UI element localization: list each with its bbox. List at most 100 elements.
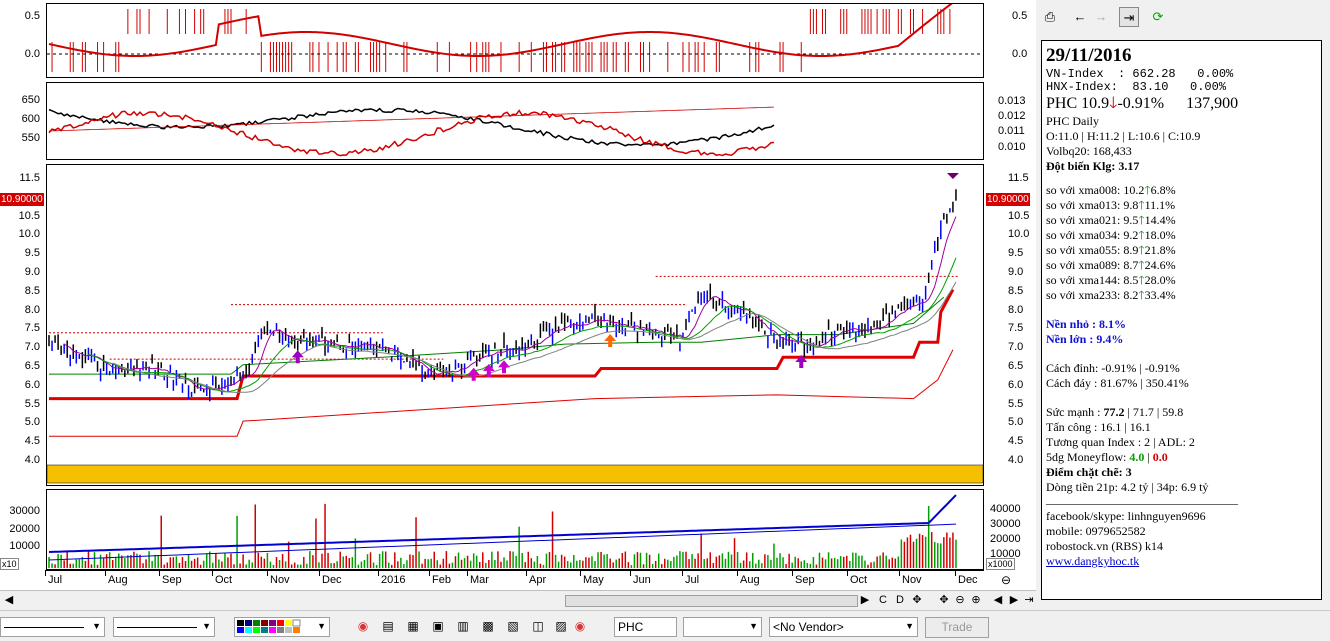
ma-percent: 33.4%: [1144, 288, 1176, 302]
line-style-select[interactable]: ▼: [0, 617, 105, 637]
chart-area[interactable]: 0.5 0.0 0.5 0.0 650 600 550 0.013 0.012 …: [0, 0, 1036, 590]
window-icon[interactable]: ▣: [430, 618, 446, 634]
ma-percent: 11.1%: [1144, 198, 1176, 212]
ticker-change: -0.91%: [1117, 95, 1165, 112]
price-axis-label: 5.0: [1008, 416, 1024, 429]
price-axis-label: 7.5: [24, 322, 40, 335]
document-icon[interactable]: ▧: [505, 618, 521, 634]
ma-row: so với xma034: 9.2🡑18.0%: [1046, 228, 1317, 243]
bottom-toolbar: ▼ ▼ ▼ ◉ ▤ ▦ ▣ ▥ ▩ ▧ ◫ ▨ ◉ PHC ▼ <No Vend…: [0, 610, 1330, 641]
ma-label: so với xma021:: [1046, 213, 1121, 227]
zoom-in-icon[interactable]: ⊕: [969, 593, 983, 608]
ticker-volume: 137,900: [1186, 95, 1239, 112]
calendar-icon[interactable]: ▥: [455, 618, 471, 634]
ma-value: 8.9: [1123, 243, 1139, 257]
volume-panel[interactable]: [46, 489, 984, 570]
scrollbar-button-c[interactable]: C: [876, 593, 890, 608]
price-axis-label: 6.0: [24, 378, 40, 391]
print-icon[interactable]: ⎙: [1040, 7, 1060, 27]
interval-select[interactable]: ▼: [683, 617, 762, 637]
forward-arrow-icon[interactable]: →: [1091, 7, 1111, 27]
price-axis-label: 5.0: [24, 416, 40, 429]
month-label: Oct: [215, 574, 233, 586]
sync-icon[interactable]: ⇥: [1119, 7, 1139, 27]
layout-icon[interactable]: ▤: [380, 618, 396, 634]
ma-label: so với xma034:: [1046, 228, 1121, 242]
vol-axis-right-1: 30000: [990, 518, 1021, 530]
sell-marker-icon: [946, 173, 959, 179]
trade-button[interactable]: Trade: [925, 617, 989, 638]
index-axis-right-3: 0.010: [998, 141, 1026, 153]
refresh-icon[interactable]: ⟳: [1148, 7, 1168, 27]
scrollbar-button-d[interactable]: D: [893, 593, 907, 608]
zoom-minus-icon[interactable]: ⊖: [1001, 573, 1011, 587]
month-tick: [45, 570, 46, 576]
prev-symbol-icon[interactable]: ◀: [991, 593, 1005, 608]
price-axis-label: 8.5: [1008, 284, 1024, 297]
osc-axis-left-1: 0.0: [24, 48, 40, 60]
month-tick: [159, 570, 160, 576]
scroll-right-icon[interactable]: ▶: [858, 593, 872, 608]
price-axis-label: 6.5: [24, 360, 40, 372]
horizontal-scrollbar[interactable]: ◀ ▶ C D ✥ ✥ ⊖ ⊕ ◀ ▶ ⇥: [0, 590, 1036, 610]
back-arrow-icon[interactable]: ←: [1070, 7, 1090, 27]
moneyflow-down: 0.0: [1152, 450, 1168, 464]
snapshot-icon[interactable]: ◫: [530, 618, 546, 634]
color-palette[interactable]: ▼: [234, 617, 330, 637]
scroll-left-icon[interactable]: ◀: [2, 593, 16, 608]
month-tick: [580, 570, 581, 576]
ma-row: so với xma021: 9.5🡑14.4%: [1046, 213, 1317, 228]
browser-icon-2[interactable]: ◉: [572, 618, 588, 634]
grid-icon[interactable]: ▦: [405, 618, 421, 634]
index-panel[interactable]: [46, 82, 984, 160]
end-icon[interactable]: ⇥: [1022, 593, 1036, 608]
scroll-thumb[interactable]: [565, 595, 858, 607]
mobile-line: mobile: 0979652582: [1046, 524, 1146, 538]
price-axis-label: 4.5: [1008, 435, 1024, 448]
compare-icon[interactable]: ▨: [553, 618, 569, 634]
suc-manh-label: Sức mạnh :: [1046, 405, 1104, 419]
volume-plot: [48, 494, 957, 568]
vol-unit-right: x1000: [986, 558, 1015, 570]
color-swatches: [237, 619, 301, 633]
price-panel[interactable]: [46, 164, 984, 486]
month-tick: [467, 570, 468, 576]
price-axis-label: 8.0: [1008, 303, 1024, 316]
ma-row: so với xma089: 8.7🡑24.6%: [1046, 258, 1317, 273]
info-toolbar: ⎙ ← → ⇥ ⟳: [1036, 0, 1330, 34]
oscillator-panel[interactable]: [46, 3, 984, 78]
month-tick: [955, 570, 956, 576]
buy-arrow-icon: [498, 360, 510, 374]
hnxindex-line: HNX-Index: 83.10 0.00%: [1046, 80, 1227, 94]
zoom-out-icon[interactable]: ⊖: [953, 593, 967, 608]
oscillator-plot: [47, 4, 983, 72]
info-date: 29/11/2016: [1046, 45, 1132, 66]
info-title: PHC Daily: [1046, 114, 1100, 128]
price-axis-label: 10.5: [1008, 209, 1030, 222]
ma-value: 9.5: [1123, 213, 1139, 227]
browser-icon[interactable]: ◉: [355, 618, 371, 634]
line-width-select[interactable]: ▼: [113, 617, 215, 637]
ma-label: so với xma008:: [1046, 183, 1121, 197]
symbol-input[interactable]: PHC: [614, 617, 677, 637]
month-label: Jul: [685, 574, 700, 586]
ma-row: so với xma233: 8.2🡑33.4%: [1046, 288, 1317, 303]
tile-icon[interactable]: ▩: [480, 618, 496, 634]
month-label: Jul: [48, 574, 63, 586]
ma-row: so với xma144: 8.5🡑28.0%: [1046, 273, 1317, 288]
moneyflow-up: 4.0: [1129, 450, 1145, 464]
relative-strength-line: [48, 109, 775, 157]
stop-line-thin: [49, 349, 954, 437]
pan-icon-2[interactable]: ✥: [937, 593, 951, 608]
vendor-select[interactable]: <No Vendor> ▼: [769, 617, 918, 637]
month-tick: [105, 570, 106, 576]
next-symbol-icon[interactable]: ▶: [1007, 593, 1021, 608]
index-axis-right-2: 0.011: [998, 125, 1025, 137]
pan-icon[interactable]: ✥: [910, 593, 924, 608]
month-label: Nov: [270, 574, 290, 586]
website-link[interactable]: www.dangkyhoc.tk: [1046, 554, 1317, 569]
month-tick: [899, 570, 900, 576]
nen-nho-line: Nền nhỏ : 8.1%: [1046, 317, 1127, 331]
cach-dinh-line: Cách đỉnh: -0.91% | -0.91%: [1046, 361, 1180, 375]
index-axis-left-1: 600: [21, 113, 40, 125]
